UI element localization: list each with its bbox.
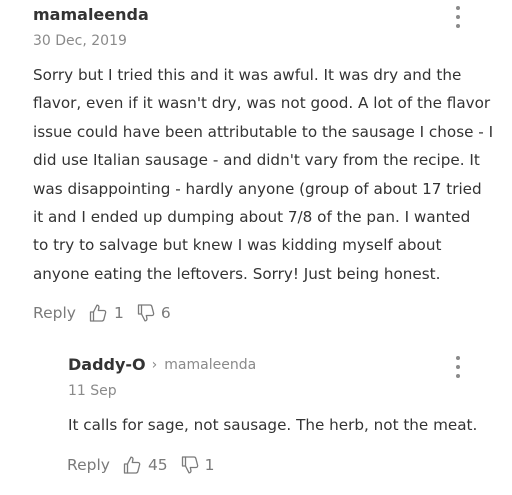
more-vertical-icon [456,356,460,360]
reply-button[interactable]: Reply [33,304,76,322]
comment-body-line: flavor, even if it wasn't dry, was not g… [33,94,491,113]
comment-actions: Reply 1 6 [33,303,171,323]
reply-header: Daddy-O › mamaleenda [68,355,256,374]
comment-date: 30 Dec, 2019 [33,33,127,49]
comment-body-line: did use Italian sausage - and didn't var… [33,151,480,170]
thumbs-down-icon [181,456,198,474]
comment-body: Sorry but I tried this and it was awful.… [33,61,493,288]
comment-body-line: anyone eating the leftovers. Sorry! Just… [33,264,441,283]
upvote-count: 45 [147,456,168,474]
reply-actions: Reply 45 1 [67,455,215,475]
downvote-count: 1 [204,456,215,474]
more-options-button[interactable] [450,6,466,28]
downvote-button[interactable]: 1 [180,455,215,475]
reply-more-options-button[interactable] [450,356,466,378]
comment-body-line: to try to salvage but knew I was kidding… [33,236,442,255]
thumbs-down-icon [137,304,155,322]
reply-body: It calls for sage, not sausage. The herb… [68,416,478,434]
comment-body-line: was disappointing - hardly anyone (group… [33,179,482,198]
thumbs-up-icon [123,456,141,474]
reply-date: 11 Sep [68,383,117,399]
upvote-button[interactable]: 45 [122,455,168,475]
reply-button[interactable]: Reply [67,456,110,474]
thumbs-up-icon [89,304,107,322]
comment-body-line: Sorry but I tried this and it was awful.… [33,66,462,84]
comment-username[interactable]: mamaleenda [33,5,149,24]
upvote-button[interactable]: 1 [88,303,124,323]
more-vertical-icon [456,6,460,10]
comment-body-line: issue could have been attributable to th… [33,122,494,141]
downvote-count: 6 [160,304,171,322]
downvote-button[interactable]: 6 [136,303,171,323]
upvote-count: 1 [113,304,124,322]
reply-to-username[interactable]: mamaleenda [164,357,256,373]
chevron-right-icon: › [151,356,158,373]
comment-body-line: it and I ended up dumping about 7/8 of t… [33,208,471,227]
reply-username[interactable]: Daddy-O [68,355,146,374]
